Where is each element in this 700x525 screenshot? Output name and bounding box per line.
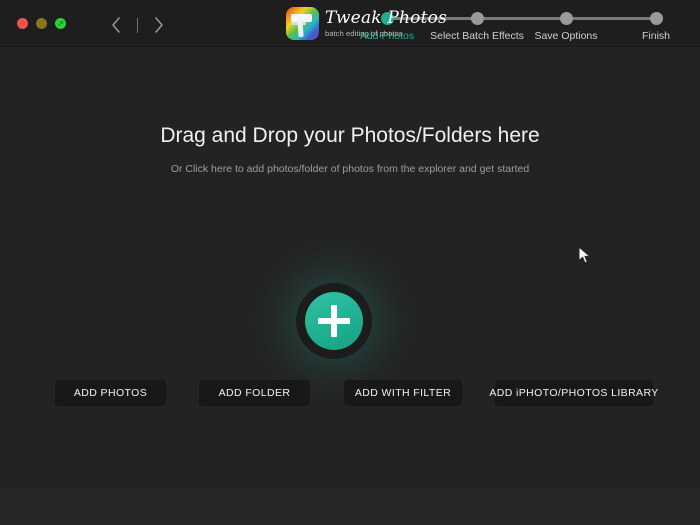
chevron-right-icon [153,16,165,34]
action-button-row: ADD PHOTOS ADD FOLDER ADD WITH FILTER AD… [0,380,700,408]
brand-name: Tweak Photos [325,7,447,28]
close-icon [17,18,28,29]
add-folder-button[interactable]: ADD FOLDER [199,380,310,406]
nav-divider [137,17,138,33]
drop-zone[interactable]: Drag and Drop your Photos/Folders here O… [0,47,700,488]
step-finish[interactable]: Finish [599,8,700,42]
add-photos-button[interactable]: ADD PHOTOS [55,380,166,406]
plus-icon[interactable] [305,292,363,350]
title-bar: ↗ Add Photos Select Batch Effects Save O… [0,0,700,47]
step-label: Finish [641,30,670,42]
add-iphoto-library-button[interactable]: ADD iPHOTO/PHOTOS LIBRARY [489,380,658,406]
add-with-filter-button[interactable]: ADD WITH FILTER [344,380,462,406]
fullscreen-icon: ↗ [57,19,64,28]
chevron-left-icon [110,16,122,34]
page-subtitle: Or Click here to add photos/folder of ph… [170,163,530,175]
close-window-button[interactable] [17,18,28,29]
step-dot-icon [559,12,573,25]
page-title: Drag and Drop your Photos/Folders here [160,124,540,147]
forward-button[interactable] [146,12,172,38]
brand-text: Tweak Photos batch editing of photos [325,7,447,38]
add-media-button[interactable] [254,241,414,401]
status-bar [0,488,700,525]
tweak-photos-app-icon [286,7,319,40]
minimize-window-button[interactable] [36,18,47,29]
step-dot-icon [649,12,663,25]
minimize-icon [36,18,47,29]
app-brand: Tweak Photos batch editing of photos [286,7,447,40]
navigation-controls [103,12,172,38]
window-controls: ↗ [17,18,66,29]
maximize-window-button[interactable]: ↗ [55,18,66,29]
back-button[interactable] [103,12,129,38]
plus-icon-vertical [331,305,337,337]
brand-tagline: batch editing of photos [325,28,403,38]
app-window: ↗ Add Photos Select Batch Effects Save O… [0,0,700,525]
step-dot-icon [470,12,484,25]
